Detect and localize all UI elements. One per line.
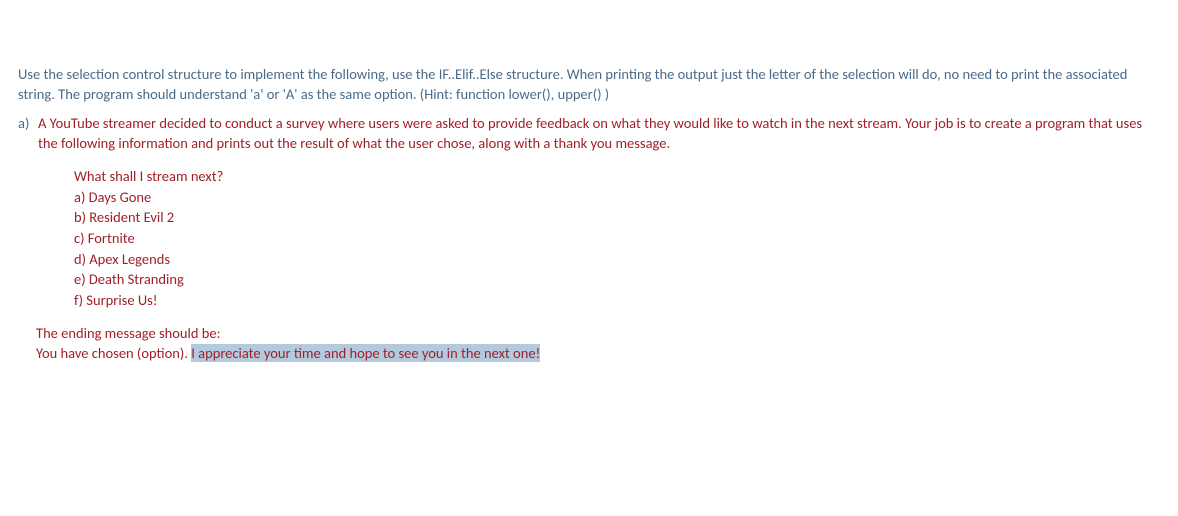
option-d: d) Apex Legends bbox=[74, 250, 1160, 270]
ending-highlighted-text: I appreciate your time and hope to see y… bbox=[191, 344, 540, 362]
survey-prompt: What shall I stream next? bbox=[74, 167, 1160, 187]
ending-label: The ending message should be: bbox=[36, 324, 1160, 344]
option-c: c) Fortnite bbox=[74, 229, 1160, 249]
option-a: a) Days Gone bbox=[74, 188, 1160, 208]
intro-paragraph: Use the selection control structure to i… bbox=[18, 65, 1160, 104]
survey-options: What shall I stream next? a) Days Gone b… bbox=[74, 167, 1160, 310]
ending-prefix: You have chosen (option). bbox=[36, 344, 191, 362]
option-f: f) Surprise Us! bbox=[74, 291, 1160, 311]
question-a-body: A YouTube streamer decided to conduct a … bbox=[38, 114, 1160, 153]
ending-message: You have chosen (option). I appreciate y… bbox=[36, 344, 1160, 364]
option-e: e) Death Stranding bbox=[74, 270, 1160, 290]
question-a: a) A YouTube streamer decided to conduct… bbox=[18, 114, 1160, 153]
ending-block: The ending message should be: You have c… bbox=[36, 324, 1160, 363]
question-a-marker: a) bbox=[18, 114, 38, 153]
option-b: b) Resident Evil 2 bbox=[74, 208, 1160, 228]
